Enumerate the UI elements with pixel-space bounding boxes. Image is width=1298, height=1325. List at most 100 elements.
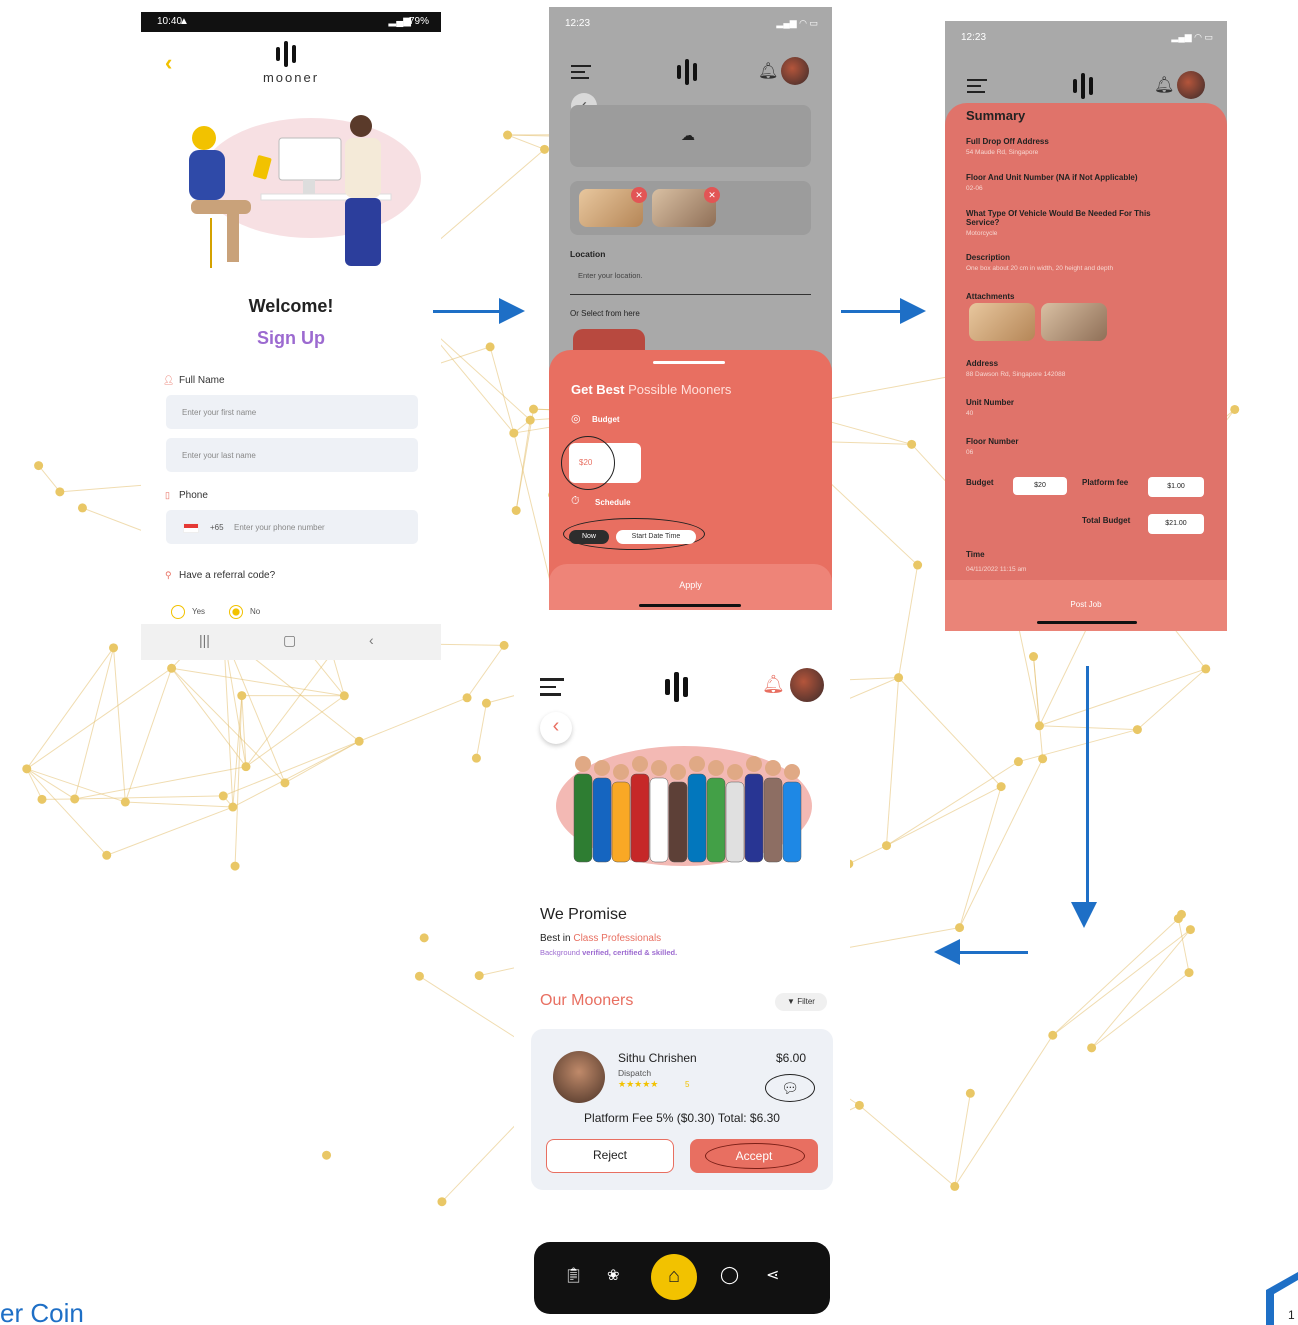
now-button[interactable]: Now	[569, 530, 609, 544]
referral-icon: ⚲	[165, 570, 172, 580]
phone-input[interactable]: Enter your phone number	[166, 510, 418, 544]
full-name-label: Full Name	[179, 375, 225, 386]
mooner-card[interactable]: Sithu Chrishen Dispatch ★★★★★ 5 $6.00 💬︎…	[531, 1029, 833, 1190]
field-address: Address 88 Dawson Rd, Singapore 142088	[966, 359, 1186, 398]
field-label: Floor And Unit Number (NA if Not Applica…	[966, 173, 1138, 182]
lotus-icon[interactable]: ❀	[607, 1266, 620, 1284]
share-icon[interactable]: ⋖	[766, 1265, 779, 1285]
signal-battery-icon: ▂▄▆ ◠ ▭	[1171, 32, 1213, 42]
office-illustration	[189, 115, 421, 268]
schedule-label: Schedule	[595, 498, 631, 507]
platform-fee-label: Platform fee	[1082, 478, 1129, 487]
android-nav-bar: ||| ▢ ‹	[141, 624, 441, 660]
remove-icon[interactable]: ✕	[704, 187, 720, 203]
field-vehicle: What Type Of Vehicle Would Be Needed For…	[966, 209, 1186, 253]
bottom-sheet: Get Best Possible Mooners ◎ Budget $20 ⏱…	[549, 350, 832, 610]
home-indicator	[1037, 621, 1137, 624]
avatar[interactable]	[1177, 71, 1205, 99]
phone-icon: ▯	[165, 490, 170, 500]
chat-icon[interactable]: ◯	[720, 1265, 739, 1285]
location-input[interactable]: Enter your location.	[570, 269, 811, 295]
sheet-title: Get Best Possible Mooners	[571, 382, 732, 397]
chat-bubbles-icon[interactable]: 💬︎	[765, 1074, 815, 1102]
job-form-screen: 12:23 ▂▄▆ ◠ ▭ 🔔︎ ‹ ☁︎ ✕ ✕ Location Enter…	[549, 7, 832, 610]
mooner-role: Dispatch	[618, 1068, 652, 1078]
total-budget-label: Total Budget	[1082, 516, 1131, 525]
hamburger-menu-icon[interactable]	[967, 79, 987, 93]
signal-battery-icon: ▂▄▆ ◠ ▭	[776, 18, 818, 28]
filter-button[interactable]: ▼ Filter	[775, 993, 827, 1011]
last-name-input[interactable]: Enter your last name	[166, 438, 418, 472]
status-time: 12:23	[961, 32, 987, 43]
signup-heading: Sign Up	[257, 328, 325, 348]
bell-icon[interactable]: 🔔︎	[1154, 75, 1174, 95]
hamburger-menu-icon[interactable]	[571, 65, 591, 79]
referral-question: Have a referral code?	[179, 570, 276, 581]
attachment-thumb-2[interactable]	[1041, 303, 1107, 341]
platform-fee-value: $1.00	[1148, 477, 1204, 497]
bell-icon[interactable]: 🔔︎	[758, 61, 778, 81]
brand-name: mooner	[262, 70, 320, 85]
field-value: Motorcycle	[966, 230, 998, 237]
field-value: 88 Dawson Rd, Singapore 142088	[966, 371, 1066, 378]
phone-label: Phone	[179, 490, 208, 501]
field-label: What Type Of Vehicle Would Be Needed For…	[966, 209, 1151, 227]
bell-notification-icon[interactable]: 🔔︎	[762, 674, 785, 695]
field-drop-off: Full Drop Off Address 54 Maude Rd, Singap…	[966, 137, 1186, 173]
field-value: 40	[966, 410, 974, 417]
brand-footer-text: er Coin	[0, 1298, 84, 1325]
home-icon[interactable]: ⌂	[651, 1254, 697, 1300]
no-label: No	[250, 607, 261, 616]
budget-value[interactable]: $20	[579, 458, 592, 467]
mooner-avatar	[553, 1051, 605, 1103]
remove-icon[interactable]: ✕	[631, 187, 647, 203]
budget-value: $20	[1013, 477, 1067, 495]
field-value: One box about 20 cm in width, 20 height …	[966, 265, 1114, 272]
mooner-price: $6.00	[776, 1051, 807, 1065]
reject-button[interactable]: Reject	[546, 1139, 674, 1173]
flow-arrow-1	[433, 310, 505, 313]
status-time: 12:23	[565, 18, 591, 29]
mooner-logo-icon	[665, 672, 688, 702]
hamburger-menu-icon[interactable]	[540, 678, 564, 696]
professionals-illustration	[556, 746, 812, 866]
battery-text: 79%	[408, 16, 429, 27]
yes-radio[interactable]	[171, 605, 185, 619]
flow-arrowhead-3	[1071, 902, 1097, 928]
avatar[interactable]	[781, 57, 809, 85]
start-date-time-button[interactable]: Start Date Time	[616, 530, 696, 544]
summary-fields: Full Drop Off Address 54 Maude Rd, Singap…	[966, 137, 1186, 293]
attachment-thumb-1[interactable]	[969, 303, 1035, 341]
rating-value: 5	[685, 1080, 690, 1089]
summary-screen: 12:23 ▂▄▆ ◠ ▭ 🔔︎ Summary Full Drop Off A…	[945, 21, 1227, 631]
back-icon[interactable]: ‹	[369, 632, 374, 648]
flow-arrowhead-4	[934, 939, 960, 965]
time-value: 04/11/2022 11:15 am	[966, 566, 1027, 573]
sheet-handle[interactable]	[653, 361, 725, 364]
summary-title: Summary	[966, 108, 1026, 123]
user-icon: 👤︎	[163, 375, 175, 385]
first-name-input[interactable]: Enter your first name	[166, 395, 418, 429]
mooners-list-screen: 🔔︎ ‹ We Promise Best in Class Profession…	[514, 610, 850, 1325]
welcome-heading: Welcome!	[248, 296, 334, 316]
field-unit-number: Unit Number 40	[966, 398, 1186, 437]
flow-arrow-4	[958, 951, 1028, 954]
field-value: 06	[966, 449, 974, 456]
flow-arrowhead-1	[499, 298, 525, 324]
highlight-oval	[705, 1143, 805, 1169]
clipboard-icon[interactable]: 📋︎	[564, 1266, 583, 1284]
alert-icon: ▲	[179, 16, 189, 27]
attachments-label: Attachments	[966, 292, 1015, 301]
rating-stars-icon: ★★★★★	[618, 1079, 659, 1089]
recents-icon[interactable]: |||	[199, 632, 210, 648]
avatar[interactable]	[790, 668, 824, 702]
time-label: Time	[966, 550, 985, 559]
bottom-nav-bar: 📋︎ ❀ ⌂ ◯ ⋖	[534, 1242, 830, 1314]
select-hint: Or Select from here	[570, 309, 640, 318]
budget-icon: ◎	[571, 413, 581, 425]
budget-label: Budget	[592, 415, 620, 424]
home-icon[interactable]: ▢	[283, 632, 296, 649]
signal-icon: ▂▄▆	[388, 16, 411, 27]
home-indicator	[639, 604, 741, 607]
no-radio-selected[interactable]	[229, 605, 243, 619]
